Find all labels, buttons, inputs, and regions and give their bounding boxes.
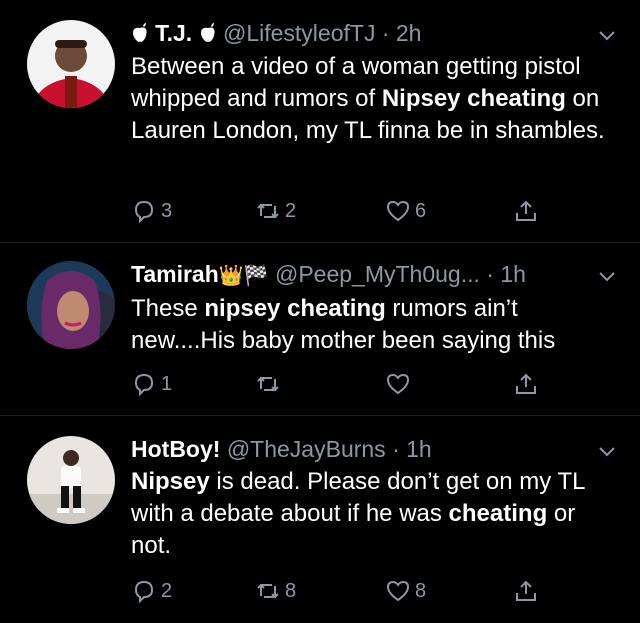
heart-icon [386, 580, 410, 602]
checkered-flag-emoji: 🏁 [243, 265, 269, 287]
tweet-text: These nipsey cheating rumors ain’t new..… [131, 295, 556, 354]
chevron-down-icon[interactable] [596, 440, 618, 462]
reply-count: 3 [161, 199, 173, 222]
tweet-header: HotBoy! @TheJayBurns · 1h [131, 434, 610, 464]
share-button[interactable] [513, 369, 539, 399]
like-button[interactable]: 8 [385, 576, 426, 606]
avatar[interactable] [27, 261, 115, 349]
apple-icon [199, 20, 223, 46]
retweet-button[interactable]: 8 [255, 576, 296, 606]
share-icon [516, 200, 536, 221]
heart-icon [386, 200, 410, 222]
timestamp[interactable]: · 1h [392, 436, 432, 462]
like-button[interactable] [385, 369, 415, 399]
tweet-header: T.J. @LifestyleofTJ · 2h [131, 18, 610, 49]
tweet[interactable]: HotBoy! @TheJayBurns · 1h Nipsey is dead… [0, 416, 640, 623]
tweet-text: Between a video of a woman getting pisto… [131, 53, 605, 144]
reply-button[interactable]: 2 [131, 576, 172, 606]
reply-icon [134, 580, 154, 604]
handle[interactable]: @TheJayBurns [227, 436, 386, 462]
like-button[interactable]: 6 [385, 196, 426, 226]
avatar[interactable] [27, 20, 115, 108]
handle[interactable]: @LifestyleofTJ [223, 20, 375, 46]
retweet-button[interactable]: 2 [255, 196, 296, 226]
reply-button[interactable]: 1 [131, 369, 172, 399]
reply-count: 2 [161, 579, 173, 602]
reply-icon [134, 373, 154, 397]
tweet[interactable]: T.J. @LifestyleofTJ · 2h Between a video… [0, 0, 640, 243]
retweet-icon [257, 376, 279, 392]
share-button[interactable] [513, 576, 539, 606]
tweet-text: Nipsey is dead. Please don’t get on my T… [131, 468, 585, 559]
display-name[interactable]: Tamirah [131, 261, 219, 287]
reply-button[interactable]: 3 [131, 196, 172, 226]
tweet-header: Tamirah👑🏁 @Peep_MyTh0ug... · 1h [131, 259, 610, 291]
retweet-icon [257, 583, 279, 599]
share-button[interactable] [513, 196, 539, 226]
retweet-button[interactable] [255, 369, 285, 399]
avatar[interactable] [27, 436, 115, 524]
display-name[interactable]: HotBoy! [131, 436, 220, 462]
tweet-actions: 1 [131, 369, 551, 399]
tweet[interactable]: Tamirah👑🏁 @Peep_MyTh0ug... · 1h These ni… [0, 243, 640, 416]
timestamp[interactable]: · 2h [382, 20, 422, 46]
reply-count: 1 [161, 372, 173, 395]
crown-emoji: 👑 [218, 265, 244, 287]
like-count: 6 [415, 199, 427, 222]
display-name[interactable]: T.J. [155, 20, 192, 46]
tweet-actions: 3 2 6 [131, 196, 551, 226]
share-icon [516, 373, 536, 394]
tweet-actions: 2 8 8 [131, 576, 551, 606]
retweet-icon [257, 203, 279, 219]
share-icon [516, 580, 536, 601]
chevron-down-icon[interactable] [596, 24, 618, 46]
handle[interactable]: @Peep_MyTh0ug... [275, 261, 480, 287]
retweet-count: 8 [285, 579, 297, 602]
chevron-down-icon[interactable] [596, 265, 618, 287]
timestamp[interactable]: · 1h [486, 261, 526, 287]
retweet-count: 2 [285, 199, 297, 222]
reply-icon [134, 200, 154, 224]
heart-icon [386, 373, 410, 395]
like-count: 8 [415, 579, 427, 602]
apple-icon [131, 21, 155, 46]
